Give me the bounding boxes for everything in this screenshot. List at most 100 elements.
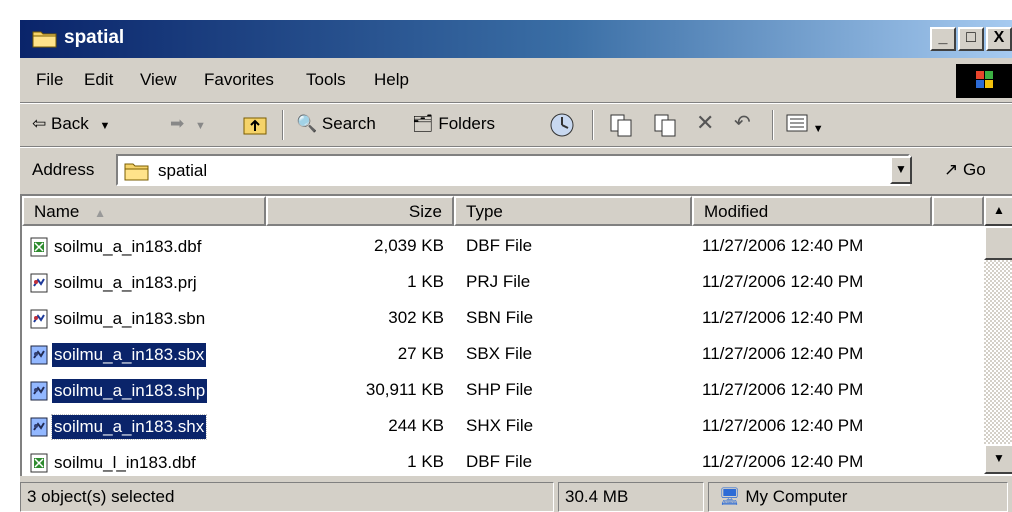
my-computer-icon: 🖥 [719,487,741,506]
status-selection: 3 object(s) selected [20,482,554,512]
search-icon: 🔍 [296,114,318,133]
file-size: 1 KB [407,272,444,291]
forward-arrow-icon: ➡ [170,114,185,133]
file-type: DBF File [466,452,533,471]
views-icon [786,114,808,132]
menu-view[interactable]: View [140,70,177,90]
copy-to-icon[interactable] [652,112,678,138]
windows-logo [956,64,1012,98]
dbf-file-icon [30,237,48,257]
file-name: soilmu_a_in183.prj [54,273,197,292]
up-folder-icon[interactable] [242,112,268,136]
search-button[interactable]: 🔍 Search [296,114,376,134]
menu-favorites[interactable]: Favorites [204,70,274,90]
column-header-type[interactable]: Type [454,196,692,226]
file-name: soilmu_a_in183.dbf [54,237,202,256]
file-row[interactable]: soilmu_a_in183.shx 244 KB SHX File 11/27/20… [22,410,982,444]
forward-button[interactable]: ➡ ▼ [170,114,206,134]
file-name-cell[interactable]: soilmu_a_in183.prj [30,268,199,298]
file-size: 1 KB [407,452,444,471]
file-size: 2,039 KB [374,236,444,255]
file-row[interactable]: soilmu_a_in183.shp 30,911 KB SHP File 11/27… [22,374,982,408]
folders-label: Folders [438,114,496,133]
column-header-name[interactable]: Name ▲ [22,196,266,226]
scroll-thumb[interactable] [984,226,1012,260]
column-header-size[interactable]: Size [266,196,454,226]
file-name-cell[interactable]: soilmu_l_in183.dbf [30,448,198,478]
file-name: soilmu_l_in183.dbf [54,453,196,472]
file-name: soilmu_a_in183.shx [50,414,208,440]
history-icon[interactable] [548,112,576,138]
address-input[interactable]: spatial [116,154,910,186]
menu-tools[interactable]: Tools [306,70,346,90]
file-name-cell[interactable]: soilmu_a_in183.sbx [30,340,207,370]
generic-file-icon [30,381,48,401]
toolbar-separator-line [20,146,1012,148]
file-name-cell[interactable]: soilmu_a_in183.shx [30,412,208,442]
views-button[interactable]: ▼ [786,114,824,137]
file-modified: 11/27/2006 12:40 PM [702,380,864,399]
file-list[interactable]: Name ▲ Size Type Modified soilmu_a_in183… [20,194,1012,476]
move-to-icon[interactable] [608,112,634,138]
file-row[interactable]: soilmu_a_in183.sbn 302 KB SBN File 11/27/20… [22,302,982,336]
column-header-modified[interactable]: Modified [692,196,932,226]
close-button[interactable]: X [986,27,1012,51]
file-modified: 11/27/2006 12:40 PM [702,308,864,327]
menu-edit[interactable]: Edit [84,70,113,90]
scroll-down-button[interactable]: ▼ [984,444,1012,474]
status-zone: 🖥 My Computer [708,482,1008,512]
folders-icon: 🗂 [412,114,434,133]
file-name-cell[interactable]: soilmu_a_in183.dbf [30,232,203,262]
generic-file-icon [30,309,48,329]
undo-icon[interactable]: ↶ [734,110,751,135]
address-label: Address [32,160,95,179]
file-row[interactable]: soilmu_l_in183.dbf 1 KB DBF File 11/27/2006… [22,446,982,480]
window-title: spatial [64,27,125,48]
back-label: Back [50,114,89,133]
go-label: Go [962,160,986,179]
vertical-scrollbar[interactable]: ▲ ▼ [984,196,1012,474]
views-dropdown-icon: ▼ [812,123,824,135]
file-row[interactable]: soilmu_a_in183.sbx 27 KB SBX File 11/27/200… [22,338,982,372]
status-zone-label: My Computer [745,487,848,506]
address-folder-icon [124,163,149,181]
forward-dropdown-icon[interactable]: ▼ [195,120,206,132]
file-size: 244 KB [388,416,444,435]
menu-bar: File Edit View Favorites Tools Help [20,60,1012,100]
file-name-cell[interactable]: soilmu_a_in183.shp [30,376,208,406]
menu-file[interactable]: File [36,70,63,90]
file-type: PRJ File [466,272,531,291]
go-button[interactable]: ↗ Go [944,160,986,180]
file-type: DBF File [466,236,533,255]
back-arrow-icon: ⇦ [32,114,47,133]
back-dropdown-icon[interactable]: ▼ [100,120,111,132]
generic-file-icon [30,345,48,365]
explorer-window: spatial _ □ X File Edit View Favorites T… [18,18,1012,512]
file-type: SHX File [466,416,534,435]
column-size-label: Size [408,202,442,221]
maximize-button[interactable]: □ [958,27,984,51]
address-dropdown-button[interactable]: ▼ [890,156,912,184]
file-type: SBX File [466,344,533,363]
back-button[interactable]: ⇦ Back ▼ [32,114,110,134]
title-bar[interactable]: spatial _ □ X [20,20,1012,58]
file-row[interactable]: soilmu_a_in183.prj 1 KB PRJ File 11/27/2006… [22,266,982,300]
file-modified: 11/27/2006 12:40 PM [702,416,864,435]
scroll-up-button[interactable]: ▲ [984,196,1012,226]
folder-icon [32,31,57,48]
status-size: 30.4 MB [558,482,704,512]
delete-icon[interactable]: ✕ [696,110,714,136]
file-name-cell[interactable]: soilmu_a_in183.sbn [30,304,207,334]
file-size: 27 KB [397,344,444,363]
minimize-button[interactable]: _ [930,27,956,51]
file-modified: 11/27/2006 12:40 PM [702,452,864,471]
file-type: SHP File [466,380,533,399]
file-modified: 11/27/2006 12:40 PM [702,272,864,291]
folders-button[interactable]: 🗂 Folders [412,114,495,134]
column-type-label: Type [466,202,503,221]
file-modified: 11/27/2006 12:40 PM [702,236,864,255]
toolbar-separator [592,110,594,140]
file-row[interactable]: soilmu_a_in183.dbf 2,039 KB DBF File 11/27/… [22,230,982,264]
menu-help[interactable]: Help [374,70,409,90]
status-bar: 3 object(s) selected 30.4 MB 🖥 My Comput… [20,480,1012,512]
